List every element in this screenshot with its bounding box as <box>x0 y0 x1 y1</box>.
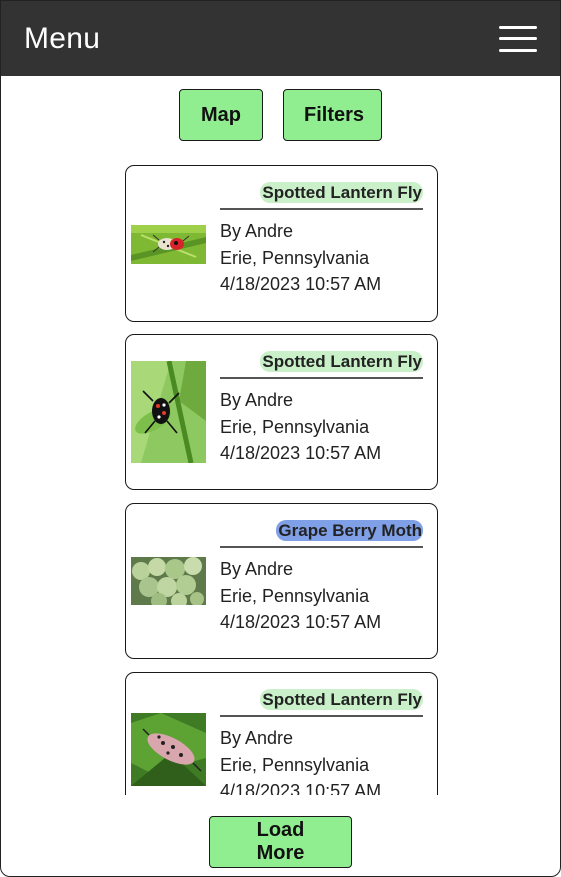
location-text: Erie, Pennsylvania <box>220 585 370 606</box>
menu-title: Menu <box>24 21 101 55</box>
grape-cluster-photo <box>131 557 206 605</box>
location-text: Erie, Pennsylvania <box>220 754 370 775</box>
species-tag: Spotted Lantern Fly <box>260 351 423 372</box>
hamburger-line <box>499 25 537 29</box>
location-text: Erie, Pennsylvania <box>220 416 370 437</box>
observation-meta: By Andre Erie, Pennsylvania 4/18/2023 10… <box>220 218 381 298</box>
species-tag: Spotted Lantern Fly <box>260 689 423 710</box>
filters-button[interactable]: Filters <box>283 89 382 141</box>
author-text: By Andre <box>220 559 294 579</box>
observation-list[interactable]: Spotted Lantern Fly By Andre Erie, Penns… <box>1 164 560 795</box>
divider <box>220 546 423 548</box>
species-tag: Grape Berry Moth <box>276 520 423 541</box>
top-nav-bar: Menu <box>1 1 560 76</box>
load-more-button[interactable]: Load More <box>209 816 352 868</box>
load-more-container: Load More <box>1 816 560 868</box>
divider <box>220 715 423 717</box>
observation-meta: By Andre Erie, Pennsylvania 4/18/2023 10… <box>220 725 381 795</box>
datetime-text: 4/18/2023 10:57 AM <box>220 612 382 632</box>
author-text: By Andre <box>220 221 294 241</box>
divider <box>220 208 423 210</box>
spotted-lantern-fly-adult-photo <box>131 713 206 786</box>
observation-card[interactable]: Spotted Lantern Fly By Andre Erie, Penns… <box>125 672 438 795</box>
spotted-lantern-fly-photo <box>131 225 206 264</box>
app-frame: Menu Map Filters Spotted Lantern Fly By … <box>0 0 561 877</box>
action-buttons: Map Filters <box>1 89 560 141</box>
datetime-text: 4/18/2023 10:57 AM <box>220 781 382 795</box>
map-button[interactable]: Map <box>179 89 263 141</box>
hamburger-line <box>499 37 537 40</box>
divider <box>220 377 423 379</box>
observation-card[interactable]: Spotted Lantern Fly By Andre Erie, Penns… <box>125 334 438 490</box>
observation-meta: By Andre Erie, Pennsylvania 4/18/2023 10… <box>220 556 381 636</box>
datetime-text: 4/18/2023 10:57 AM <box>220 443 382 463</box>
author-text: By Andre <box>220 728 294 748</box>
spotted-lantern-fly-nymph-photo <box>131 361 206 463</box>
hamburger-menu-icon[interactable] <box>499 25 537 52</box>
datetime-text: 4/18/2023 10:57 AM <box>220 274 382 294</box>
location-text: Erie, Pennsylvania <box>220 247 370 268</box>
species-tag: Spotted Lantern Fly <box>260 182 423 203</box>
hamburger-line <box>499 48 537 52</box>
observation-meta: By Andre Erie, Pennsylvania 4/18/2023 10… <box>220 387 381 467</box>
observation-card[interactable]: Grape Berry Moth By Andre Erie, Pennsylv… <box>125 503 438 659</box>
author-text: By Andre <box>220 390 294 410</box>
observation-card[interactable]: Spotted Lantern Fly By Andre Erie, Penns… <box>125 165 438 322</box>
